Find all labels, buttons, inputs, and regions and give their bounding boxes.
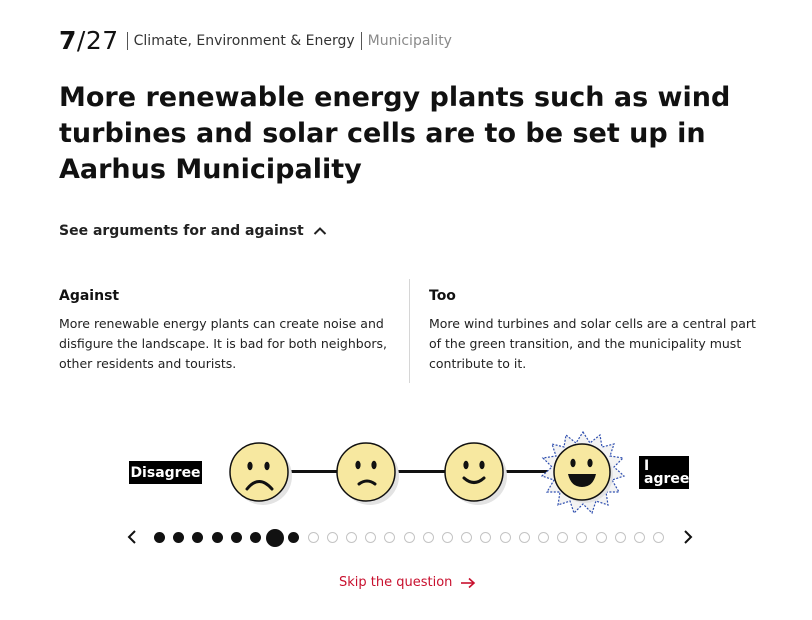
arguments-toggle-label: See arguments for and against bbox=[59, 223, 304, 239]
pager-dot-19[interactable] bbox=[499, 532, 511, 543]
question-title: More renewable energy plants such as win… bbox=[59, 82, 731, 185]
disagree-label: Disagree bbox=[129, 461, 202, 484]
pager-dot-11[interactable] bbox=[346, 532, 357, 543]
pager-dot-15[interactable] bbox=[422, 532, 434, 543]
pager-dot-13[interactable] bbox=[384, 532, 396, 543]
chevron-right-icon[interactable] bbox=[678, 527, 698, 547]
arguments-toggle[interactable]: See arguments for and against bbox=[59, 223, 327, 239]
question-pager bbox=[120, 527, 700, 547]
pager-dot-2[interactable] bbox=[173, 532, 185, 543]
arrow-right-icon bbox=[461, 577, 476, 588]
header-divider bbox=[126, 31, 128, 50]
scale-line bbox=[258, 470, 583, 473]
agreement-scale: Disagree I agree bbox=[0, 430, 812, 520]
slightly-sad-face-icon[interactable] bbox=[334, 440, 400, 506]
pager-dot-1[interactable] bbox=[154, 532, 165, 543]
argument-against-text: More renewable energy plants can create … bbox=[59, 316, 387, 371]
pager-dot-9[interactable] bbox=[307, 532, 319, 543]
argument-for-heading: Too bbox=[429, 288, 456, 304]
pager-dot-22[interactable] bbox=[557, 532, 569, 543]
chevron-left-icon[interactable] bbox=[122, 527, 142, 547]
skip-question-label: Skip the question bbox=[339, 575, 453, 590]
pager-dot-8[interactable] bbox=[288, 532, 300, 543]
pager-dot-5[interactable] bbox=[230, 532, 242, 543]
agree-label-line2: agree bbox=[644, 470, 690, 487]
pager-dot-6[interactable] bbox=[250, 532, 261, 543]
pager-dot-20[interactable] bbox=[518, 532, 530, 543]
pager-dot-24[interactable] bbox=[595, 532, 607, 543]
argument-against: Against More renewable energy plants can… bbox=[59, 288, 394, 374]
question-counter: 7/27 bbox=[59, 26, 119, 55]
pager-dot-25[interactable] bbox=[614, 532, 626, 543]
sad-face-icon[interactable] bbox=[227, 440, 293, 506]
pager-dot-4[interactable] bbox=[211, 532, 223, 543]
argument-against-heading: Against bbox=[59, 288, 120, 304]
pager-dot-27[interactable] bbox=[653, 532, 665, 543]
counter-total: /27 bbox=[76, 26, 119, 55]
pager-dot-7[interactable] bbox=[265, 529, 284, 547]
pager-dot-16[interactable] bbox=[442, 532, 453, 543]
header-divider-2 bbox=[360, 31, 362, 50]
pager-dot-17[interactable] bbox=[461, 532, 473, 543]
pager-dot-12[interactable] bbox=[365, 532, 377, 543]
pager-dot-3[interactable] bbox=[192, 532, 204, 543]
slight-smile-face-icon[interactable] bbox=[442, 440, 508, 506]
skip-question-link[interactable]: Skip the question bbox=[339, 575, 476, 590]
arguments-divider bbox=[409, 279, 410, 383]
pager-dot-14[interactable] bbox=[403, 532, 415, 543]
chevron-up-icon bbox=[313, 227, 326, 235]
pager-dot-10[interactable] bbox=[326, 532, 338, 543]
subcategory-label: Municipality bbox=[367, 32, 452, 49]
category-label: Climate, Environment & Energy bbox=[133, 32, 355, 49]
pager-dot-21[interactable] bbox=[538, 532, 549, 543]
pager-dot-23[interactable] bbox=[576, 532, 588, 543]
counter-current: 7 bbox=[59, 26, 77, 55]
argument-for-text: More wind turbines and solar cells are a… bbox=[429, 316, 756, 371]
argument-for: Too More wind turbines and solar cells a… bbox=[429, 288, 759, 374]
pager-dot-18[interactable] bbox=[480, 532, 492, 543]
question-header: 7/27 Climate, Environment & Energy Munic… bbox=[59, 26, 452, 55]
pager-dot-26[interactable] bbox=[634, 532, 645, 543]
agree-label: I agree bbox=[639, 456, 689, 489]
big-smile-face-icon[interactable] bbox=[540, 430, 626, 516]
